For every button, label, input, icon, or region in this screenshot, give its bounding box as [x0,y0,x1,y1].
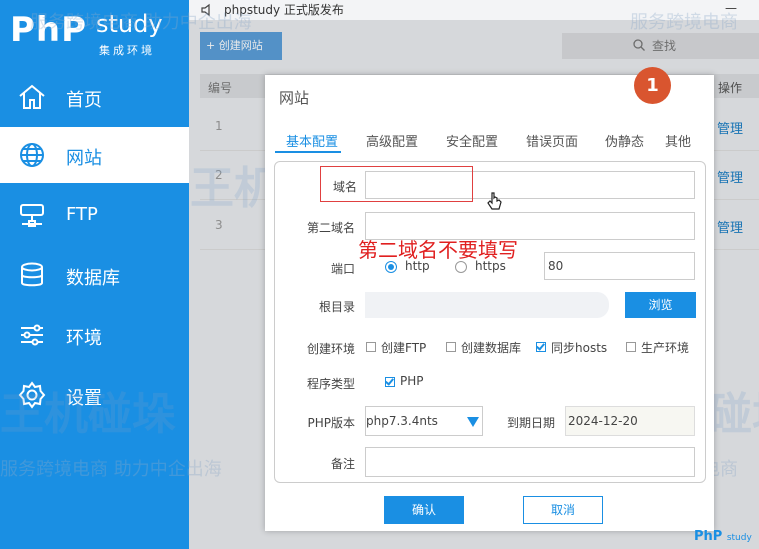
checkbox-php[interactable] [385,377,395,387]
cancel-button[interactable]: 取消 [523,496,603,524]
tab-rewrite[interactable]: 伪静态 [605,131,644,150]
chevron-down-icon [467,417,479,427]
footer-logo-study: study [726,533,752,543]
second-domain-label: 第二域名 [306,221,355,235]
checkbox-production[interactable] [626,342,636,352]
server-icon [20,204,44,227]
sliders-icon [21,324,43,346]
php-version-value: php7.3.4nts [366,414,438,428]
sidebar-item-home[interactable]: 首页 [0,69,189,125]
port-label: 端口 [330,262,355,276]
globe-icon [20,143,44,167]
checkbox-sync-hosts[interactable] [536,342,546,352]
expire-date-value: 2024-12-20 [568,414,638,428]
tab-basic[interactable]: 基本配置 [286,131,338,150]
checkbox-create-db-label: 创建数据库 [461,341,522,355]
root-dir-input[interactable] [365,292,609,318]
tab-other[interactable]: 其他 [665,131,691,150]
sidebar-item-database[interactable]: 数据库 [0,247,189,303]
expire-date-label: 到期日期 [507,416,556,430]
dialog-title: 网站 [279,89,310,107]
checkbox-php-label: PHP [400,374,424,388]
confirm-button[interactable]: 确认 [384,496,464,524]
sidebar-item-label: 首页 [66,90,102,111]
radio-http[interactable] [385,261,397,273]
sidebar-item-website[interactable]: 网站 [0,127,189,183]
checkbox-create-ftp-label: 创建FTP [381,341,427,355]
radio-http-label: http [405,259,430,273]
checkbox-create-ftp[interactable] [366,342,376,352]
radio-https-label: https [475,259,506,273]
checkbox-create-db[interactable] [446,342,456,352]
sidebar-item-environment[interactable]: 环境 [0,307,189,363]
program-type-label: 程序类型 [306,377,355,391]
checkbox-production-label: 生产环境 [641,341,690,355]
browse-button[interactable]: 浏览 [625,292,696,318]
mouse-pointer-icon [487,192,502,210]
watermark-text: 服务跨境电商 [630,12,738,33]
remark-input[interactable] [365,447,695,477]
logo-subtitle: 集成环境 [99,44,155,57]
sidebar-item-label: 网站 [66,148,102,169]
checkbox-sync-hosts-label: 同步hosts [551,341,608,355]
active-tab-indicator [275,151,341,153]
watermark-big: 王机碰垛 [0,389,176,440]
create-env-label: 创建环境 [306,342,355,356]
root-dir-label: 根目录 [318,300,355,314]
watermark-text: 服务跨境电商 助力中企出海 [30,12,252,33]
radio-https[interactable] [455,261,467,273]
tab-advanced[interactable]: 高级配置 [366,131,418,150]
footer-logo-php: PhP [694,529,723,544]
domain-highlight-box: 域名 [320,166,473,202]
expire-date-input[interactable]: 2024-12-20 [565,406,695,436]
watermark-text: 服务跨境电商 助力中企出海 [0,459,222,480]
remark-label: 备注 [330,457,355,471]
domain-label: 域名 [333,180,358,194]
port-input[interactable]: 80 [544,252,695,280]
footer-logo: PhP study [694,529,752,544]
port-value: 80 [548,259,564,273]
sidebar-item-ftp[interactable]: FTP [0,187,189,243]
tab-error-pages[interactable]: 错误页面 [526,131,578,150]
php-version-label: PHP版本 [307,416,356,430]
database-icon [21,262,43,287]
sidebar-item-label: 环境 [66,328,102,349]
php-version-select[interactable]: php7.3.4nts [365,406,483,436]
sidebar-item-label: 数据库 [66,268,120,289]
home-icon [19,84,45,109]
tab-security[interactable]: 安全配置 [446,131,498,150]
step-badge: 1 [634,67,671,104]
sidebar-item-label: FTP [66,204,98,225]
